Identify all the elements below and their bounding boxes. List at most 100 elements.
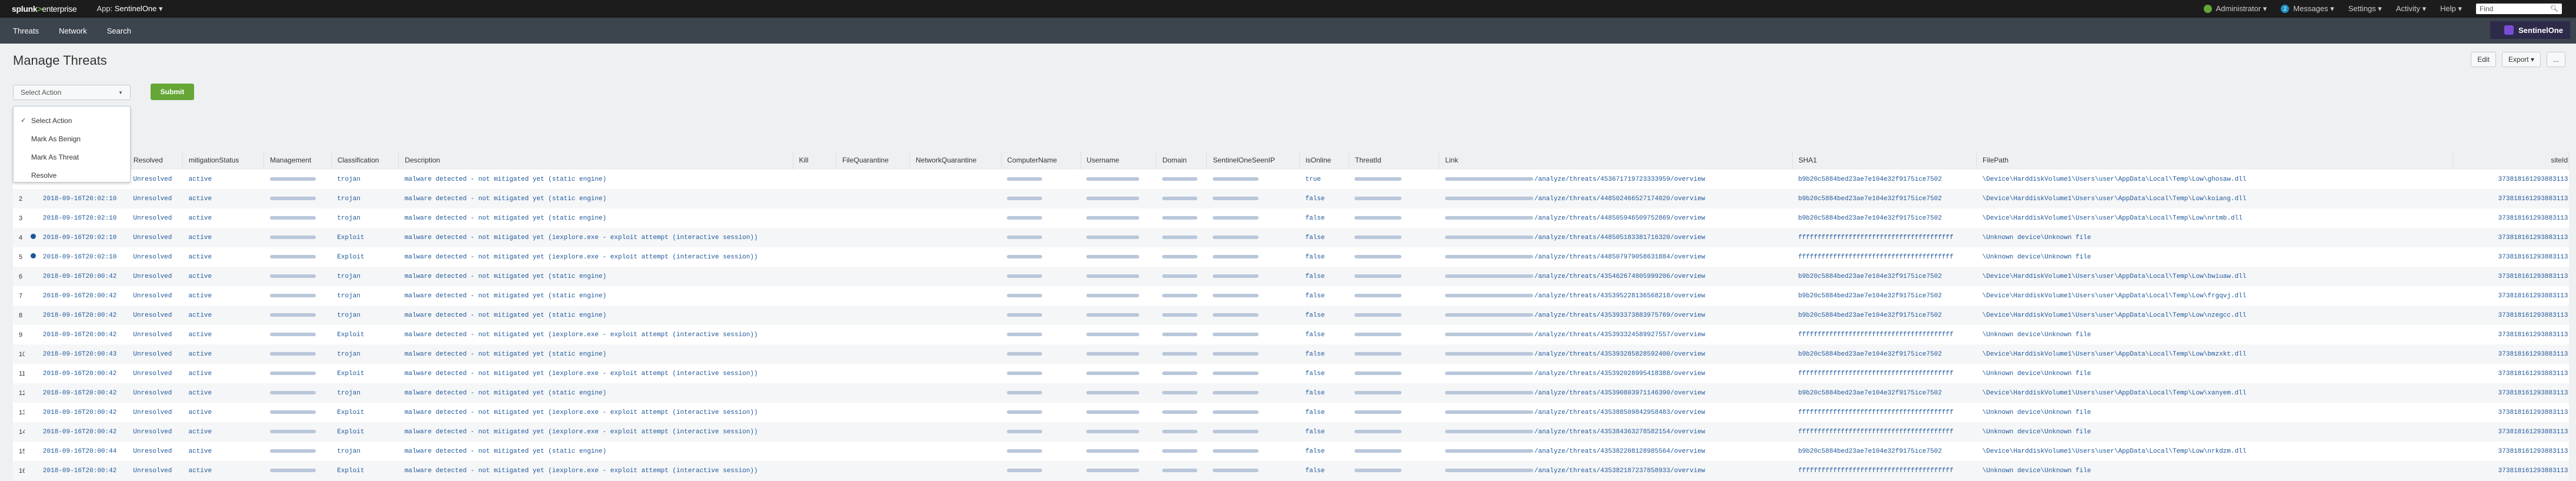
table-row[interactable]: 4 2018-09-16T20:02:10 Unresolved active Expl… (13, 228, 2569, 247)
export-button[interactable]: Export ▾ (2501, 52, 2541, 67)
column-header[interactable]: ComputerName (1001, 151, 1081, 170)
cell-kill (793, 267, 836, 286)
nav-threats[interactable]: Threats (13, 26, 39, 35)
column-header[interactable]: siteId (2452, 151, 2569, 170)
option-mark-as-threat[interactable]: Mark As Threat (14, 148, 130, 166)
cell-link[interactable]: /analyze/threats/435462674805999206/over… (1439, 267, 1793, 286)
cell-link[interactable]: /analyze/threats/435390803971146390/over… (1439, 383, 1793, 403)
column-header[interactable]: Resolved (127, 151, 183, 170)
cell-computer-name-redacted (1001, 189, 1081, 208)
column-header[interactable]: mitigationStatus (182, 151, 265, 170)
cell-timestamp: 2018-09-16T20:02:10 (36, 228, 128, 247)
row-number: 3 (13, 208, 25, 228)
column-header[interactable]: FileQuarantine (836, 151, 910, 170)
table-row[interactable]: 13 2018-09-16T20:00:42 Unresolved active Exp… (13, 403, 2569, 422)
table-row[interactable]: 3 2018-09-16T20:02:10 Unresolved active troj… (13, 208, 2569, 228)
table-row[interactable]: 16 2018-09-16T20:00:42 Unresolved active Exp… (13, 461, 2569, 480)
cell-link[interactable]: /analyze/threats/448505946509752869/over… (1439, 208, 1793, 228)
cell-resolved: Unresolved (127, 442, 183, 461)
cell-link[interactable]: /analyze/threats/435382208128985564/over… (1439, 442, 1793, 461)
cell-management-redacted (263, 325, 332, 344)
cell-link[interactable]: /analyze/threats/448502466527174020/over… (1439, 189, 1793, 208)
cell-site-id: 373818161293883113 (2452, 403, 2569, 422)
column-header[interactable]: NetworkQuarantine (909, 151, 1002, 170)
brand-label: SentinelOne (2518, 25, 2563, 35)
table-row[interactable]: 9 2018-09-16T20:00:42 Unresolved active Expl… (13, 325, 2569, 344)
cell-is-online: false (1299, 267, 1349, 286)
table-row[interactable]: 12 2018-09-16T20:00:42 Unresolved active tro… (13, 383, 2569, 403)
cell-username-redacted (1080, 247, 1156, 267)
cell-link[interactable]: /analyze/threats/435388509842958483/over… (1439, 403, 1793, 422)
column-header[interactable]: Classification (331, 151, 399, 170)
table-row[interactable]: 7 2018-09-16T20:00:42 Unresolved active troj… (13, 286, 2569, 306)
action-select[interactable]: Select Action ▼ (13, 85, 131, 100)
cell-management-redacted (263, 422, 332, 442)
option-mark-as-benign[interactable]: Mark As Benign (14, 130, 130, 148)
nav-search[interactable]: Search (107, 26, 131, 35)
table-row[interactable]: 14 2018-09-16T20:00:42 Unresolved active Exp… (13, 422, 2569, 442)
redacted-host (1444, 254, 1533, 258)
settings-menu[interactable]: Settings ▾ (2348, 4, 2382, 14)
column-header[interactable]: SentinelOneSeenIP (1206, 151, 1300, 170)
column-header[interactable]: Link (1439, 151, 1793, 170)
cell-description: malware detected - not mitigated yet (st… (398, 189, 793, 208)
cell-network-quarantine (909, 461, 1001, 480)
help-menu[interactable]: Help ▾ (2440, 4, 2462, 14)
cell-link[interactable]: /analyze/threats/435393373883975769/over… (1439, 306, 1793, 325)
cell-link[interactable]: /analyze/threats/435393285828592400/over… (1439, 344, 1793, 364)
cell-seen-ip-redacted (1206, 267, 1300, 286)
activity-menu[interactable]: Activity ▾ (2396, 4, 2426, 14)
table-row[interactable]: 5 2018-09-16T20:02:10 Unresolved active Expl… (13, 247, 2569, 267)
table-row[interactable]: 6 2018-09-16T20:00:42 Unresolved active troj… (13, 267, 2569, 286)
column-header[interactable]: Management (263, 151, 332, 170)
table-row[interactable]: 12018-09-16T20:09:44Unresolvedactivetroj… (13, 170, 2569, 189)
nav-network[interactable]: Network (59, 26, 87, 35)
cell-link[interactable]: /analyze/threats/435395228136568218/over… (1439, 286, 1793, 306)
column-header[interactable]: Kill (793, 151, 837, 170)
splunk-logo[interactable]: splunk>enterprise (12, 4, 77, 14)
column-header[interactable]: Domain (1156, 151, 1207, 170)
messages-menu[interactable]: 2 Messages ▾ (2281, 4, 2334, 14)
cell-computer-name-redacted (1001, 403, 1081, 422)
row-number: 8 (13, 306, 25, 325)
cell-link[interactable]: /analyze/threats/435382187237858933/over… (1439, 461, 1793, 480)
submit-button[interactable]: Submit (151, 84, 194, 100)
option-select-action[interactable]: ✓ Select Action (14, 111, 130, 130)
cell-domain-redacted (1156, 364, 1207, 383)
column-header[interactable]: isOnline (1299, 151, 1349, 170)
cell-computer-name-redacted (1001, 170, 1081, 189)
user-menu-label: Administrator ▾ (2215, 4, 2267, 13)
link-path: /analyze/threats/435393285828592400/over… (1534, 350, 1706, 358)
user-menu[interactable]: Administrator ▾ (2203, 4, 2267, 14)
column-header[interactable]: SHA1 (1792, 151, 1977, 170)
app-menu[interactable]: App: SentinelOne ▾ (96, 4, 162, 14)
cell-link[interactable]: /analyze/threats/453671719723333959/over… (1439, 170, 1793, 189)
more-button[interactable]: ... (2546, 52, 2565, 67)
redacted-host (1444, 410, 1533, 414)
cell-seen-ip-redacted (1206, 344, 1300, 364)
table-row[interactable]: 15 2018-09-16T20:00:44 Unresolved active tro… (13, 442, 2569, 461)
column-header[interactable]: ThreatId (1349, 151, 1440, 170)
cell-link[interactable]: /analyze/threats/448507979058631884/over… (1439, 247, 1793, 267)
find-input[interactable]: Find 🔍︎ (2476, 4, 2562, 14)
table-row[interactable]: 10 2018-09-16T20:00:43 Unresolved active tro… (13, 344, 2569, 364)
table-row[interactable]: 8 2018-09-16T20:00:42 Unresolved active troj… (13, 306, 2569, 325)
cell-link[interactable]: /analyze/threats/448505183381716320/over… (1439, 228, 1793, 247)
column-header[interactable]: Description (398, 151, 793, 170)
option-resolve[interactable]: Resolve (14, 166, 130, 184)
redacted-value (1212, 235, 1259, 239)
table-row[interactable]: 2 2018-09-16T20:02:10 Unresolved active troj… (13, 189, 2569, 208)
cell-is-online: false (1299, 461, 1349, 480)
column-header[interactable]: Username (1080, 151, 1157, 170)
edit-button[interactable]: Edit (2471, 52, 2496, 67)
cell-domain-redacted (1156, 286, 1207, 306)
cell-link[interactable]: /analyze/threats/435384363278582154/over… (1439, 422, 1793, 442)
cell-management-redacted (263, 461, 332, 480)
column-header[interactable]: FilePath (1976, 151, 2454, 170)
cell-site-id: 373818161293883113 (2452, 383, 2569, 403)
cell-mitigation-status: active (182, 189, 264, 208)
table-row[interactable]: 11 2018-09-16T20:00:42 Unresolved active Exp… (13, 364, 2569, 383)
cell-link[interactable]: /analyze/threats/435392028995418388/over… (1439, 364, 1793, 383)
cell-description: malware detected - not mitigated yet (ie… (398, 228, 793, 247)
cell-link[interactable]: /analyze/threats/435393324589927557/over… (1439, 325, 1793, 344)
